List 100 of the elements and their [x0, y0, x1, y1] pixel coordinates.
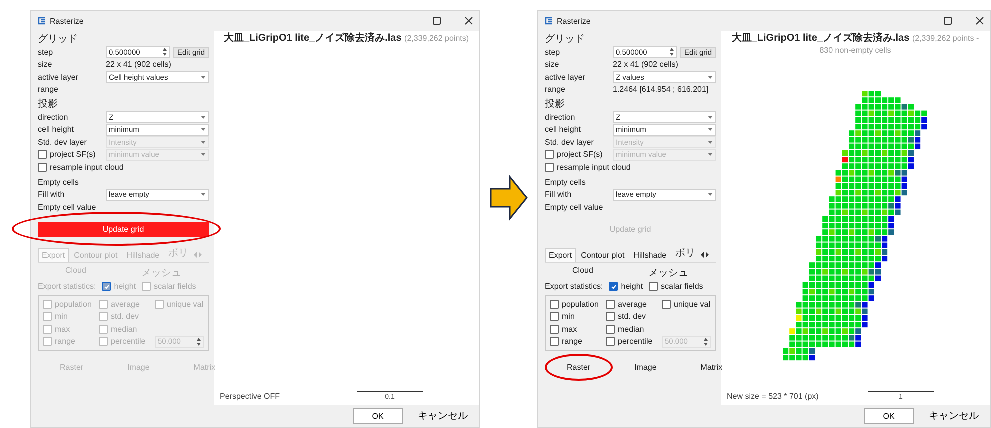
checkbox[interactable] [606, 300, 615, 309]
scale-bar [868, 391, 934, 392]
maximize-icon[interactable] [944, 17, 952, 25]
field-label: Empty cell value [38, 202, 98, 212]
checkbox-label: max [55, 324, 70, 334]
checkbox[interactable] [606, 337, 615, 346]
checkbox[interactable] [606, 312, 615, 322]
checkbox[interactable] [550, 337, 559, 346]
scale-bar [357, 391, 423, 392]
dropdown-caret-icon [708, 140, 713, 144]
dropdown-caret-icon [708, 116, 713, 119]
field-value: 1.2464 [614.954 ; 616.201] [613, 85, 710, 94]
field-label: Fill with [545, 190, 573, 200]
checkbox[interactable] [545, 162, 554, 172]
field-label: Std. dev layer [545, 138, 595, 147]
field-value: 22 x 41 (902 cells) [613, 60, 680, 70]
checkbox-label: median [618, 324, 644, 334]
checkbox[interactable] [606, 324, 615, 334]
checkbox-label: resample input cloud [50, 162, 124, 172]
section-heading: Empty cells [545, 176, 587, 188]
field-label: Fill with [38, 190, 66, 200]
preview-title: 大皿_LiGripO1 lite_ノイズ除去済み.las (2,339,262 points) [222, 31, 470, 46]
section-heading: グリッド [38, 33, 79, 46]
status-text: Perspective OFF [220, 392, 280, 401]
checkbox-label: average [111, 300, 140, 309]
export-button[interactable]: Matrix [678, 354, 745, 381]
checkbox-label: resample input cloud [557, 162, 631, 172]
export-button[interactable]: Image [612, 354, 679, 381]
export-target-label: Cloud [66, 266, 86, 276]
field-label: active layer [545, 72, 586, 82]
spin-arrows-icon[interactable] [197, 338, 201, 346]
checkbox-label: min [562, 312, 575, 322]
spin-arrows-icon[interactable] [704, 338, 708, 346]
ok-button[interactable]: OK [864, 408, 914, 424]
field-label: direction [38, 112, 70, 122]
checkbox-label: percentile [618, 337, 653, 346]
checkbox-label: population [562, 300, 599, 309]
checkbox[interactable] [550, 312, 559, 322]
section-heading: 投影 [545, 98, 566, 111]
checkbox-label: unique val [167, 300, 204, 309]
field-label: Std. dev layer [38, 138, 88, 147]
checkbox-label: population [55, 300, 92, 309]
checkbox[interactable] [649, 282, 658, 292]
field-label: size [545, 60, 560, 70]
status-text: New size = 523 * 701 (px) [727, 392, 819, 401]
checkbox-label: percentile [111, 337, 146, 346]
section-heading: Empty cells [38, 176, 80, 188]
checkbox-label: std. dev [618, 312, 646, 322]
section-heading: 投影 [38, 98, 59, 111]
checkbox-label: median [111, 324, 138, 334]
checkbox[interactable] [550, 300, 559, 309]
checkbox-label: project SF(s) [557, 150, 603, 160]
checkbox-label: project SF(s) [50, 150, 96, 160]
field-label: cell height [545, 125, 582, 134]
dropdown-caret-icon [708, 153, 713, 156]
tab[interactable]: Contour plot [577, 248, 629, 262]
export-target-label: メッシュ [141, 266, 182, 280]
checkbox-label: scalar fields [661, 282, 704, 292]
checkbox-label: min [55, 312, 68, 322]
export-target-label: メッシュ [648, 266, 688, 280]
dropdown-caret-icon [708, 128, 713, 132]
checkbox[interactable] [609, 282, 618, 292]
field-label: range [545, 85, 566, 94]
checkbox-label: unique val [674, 300, 710, 309]
app-icon [37, 17, 46, 25]
field-label: range [38, 85, 60, 94]
field-label: direction [545, 112, 576, 122]
export-statistics-label: Export statistics: [38, 282, 96, 292]
right-arrow-icon [490, 175, 528, 221]
close-icon[interactable] [976, 17, 984, 25]
checkbox[interactable] [550, 324, 559, 334]
dropdown-caret-icon [201, 116, 206, 119]
tab[interactable]: Hillshade [630, 248, 671, 262]
tab[interactable]: Export [545, 248, 576, 262]
checkbox[interactable] [662, 300, 671, 309]
checkbox-label: max [562, 324, 578, 334]
dropdown-caret-icon [201, 140, 206, 144]
scroll-arrows-icon[interactable] [700, 252, 709, 258]
preview-title: 大皿_LiGripO1 lite_ノイズ除去済み.las (2,339,262 points - 830 non-empty cells [730, 31, 980, 57]
checkbox-label: scalar fields [154, 282, 196, 292]
export-target-label: Cloud [572, 266, 594, 276]
tab[interactable]: ボリ [672, 242, 700, 262]
dropdown-caret-icon [201, 193, 206, 196]
window-title: Rasterize [557, 16, 591, 26]
checkbox-label: height [621, 282, 644, 292]
spin-arrows-icon[interactable] [670, 48, 674, 56]
export-button[interactable]: Raster [545, 354, 613, 381]
dropdown-caret-icon [201, 76, 206, 79]
export-statistics-label: Export statistics: [545, 282, 604, 292]
window-title: Rasterize [50, 16, 84, 26]
dropdown-caret-icon [201, 153, 206, 156]
checkbox-label: range [55, 337, 76, 346]
dropdown-caret-icon [201, 128, 206, 132]
field-label: Empty cell value [545, 202, 604, 212]
app-icon [544, 17, 553, 25]
checkbox-label: range [562, 337, 582, 346]
field-value: 22 x 41 (902 cells) [106, 60, 172, 70]
field-label: cell height [38, 125, 76, 134]
dropdown-caret-icon [708, 193, 713, 196]
section-heading: グリッド [545, 33, 586, 46]
